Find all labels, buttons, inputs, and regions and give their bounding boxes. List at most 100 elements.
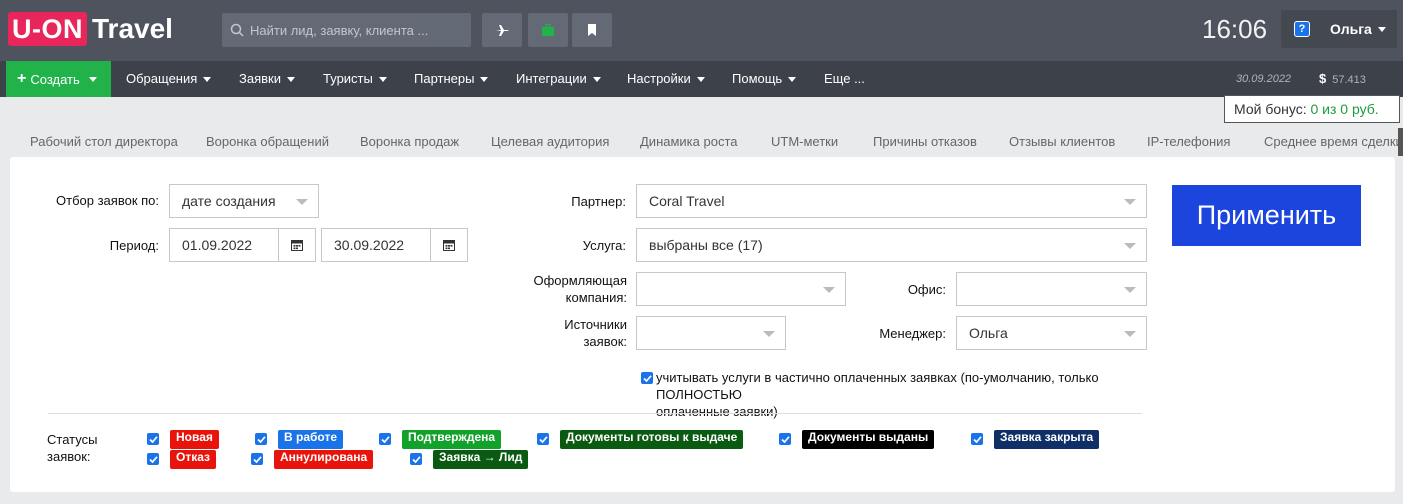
bookmark-button[interactable] (572, 13, 612, 47)
nav-item-tourists[interactable]: Туристы (323, 61, 387, 97)
nav-item-integrations[interactable]: Интеграции (516, 61, 601, 97)
tab-growth[interactable]: Динамика роста (640, 134, 738, 149)
calendar-icon[interactable] (278, 229, 315, 261)
check-icon (252, 455, 262, 463)
logo[interactable]: U-ON Travel (8, 12, 173, 46)
check-icon (538, 435, 548, 443)
manager-select[interactable]: Ольга (956, 316, 1147, 350)
status-checkbox[interactable] (779, 433, 791, 445)
help-icon[interactable]: ? (1294, 21, 1310, 37)
tab-avg-deal-time[interactable]: Среднее время сделки (1264, 134, 1403, 149)
search-icon (230, 23, 244, 37)
tab-target-audience[interactable]: Целевая аудитория (491, 134, 609, 149)
office-select[interactable] (956, 272, 1147, 306)
apply-button[interactable]: Применить (1172, 185, 1361, 246)
sources-select[interactable] (636, 316, 786, 350)
search-input[interactable] (250, 22, 460, 38)
check-icon (972, 435, 982, 443)
tab-ip-telephony[interactable]: IP-телефония (1147, 134, 1230, 149)
chevron-down-icon (480, 77, 489, 83)
partial-paid-checkbox[interactable] (641, 372, 653, 384)
company-select[interactable] (636, 272, 846, 306)
chevron-down-icon (203, 77, 212, 83)
clock: 16:06 (1202, 14, 1268, 44)
chevron-down-icon (378, 77, 387, 83)
selection-select[interactable]: дате создания (169, 184, 319, 218)
chevron-down-icon (1377, 26, 1386, 32)
plane-button[interactable] (482, 13, 522, 47)
nav-item-requests[interactable]: Обращения (126, 61, 212, 97)
nav-item-orders[interactable]: Заявки (239, 61, 295, 97)
status-checkbox[interactable] (410, 453, 422, 465)
status-checkbox[interactable] (255, 433, 267, 445)
user-name: Ольга (1330, 21, 1372, 37)
nav-item-settings[interactable]: Настройки (627, 61, 705, 97)
balance[interactable]: $57.413 (1319, 61, 1366, 97)
check-icon (380, 435, 390, 443)
status-badge: Новая (170, 430, 219, 449)
manager-label: Менеджер: (879, 326, 946, 341)
top-bar: U-ON Travel 16:06 ? Ольга (0, 0, 1403, 61)
check-icon (642, 374, 652, 382)
partner-value: Coral Travel (649, 193, 725, 209)
tab-director-desk[interactable]: Рабочий стол директора (30, 134, 178, 149)
bonus-box: Мой бонус: 0 из 0 руб. (1224, 95, 1400, 123)
status-badge: В работе (278, 430, 343, 449)
company-label: Оформляющая компания: (533, 273, 627, 305)
selection-value: дате создания (182, 193, 276, 209)
manager-value: Ольга (969, 325, 1008, 341)
status-badge: Отказ (170, 450, 217, 469)
plus-icon: + (17, 70, 27, 87)
date-to-field[interactable]: 30.09.2022 (321, 228, 468, 262)
scrollbar[interactable] (1398, 128, 1403, 156)
status-checkbox[interactable] (147, 433, 159, 445)
create-label: Создать (30, 71, 80, 87)
chevron-down-icon (88, 76, 97, 82)
office-label: Офис: (907, 282, 946, 297)
status-checkbox[interactable] (147, 453, 159, 465)
date-from-field[interactable]: 01.09.2022 (169, 228, 316, 262)
nav-item-more[interactable]: Еще ... (824, 61, 865, 97)
service-value: выбраны все (17) (649, 237, 763, 253)
briefcase-button[interactable] (528, 13, 568, 47)
status-badge: Заявка закрыта (994, 430, 1100, 449)
tab-request-funnel[interactable]: Воронка обращений (206, 134, 329, 149)
chevron-down-icon (788, 77, 797, 83)
period-label: Период: (109, 238, 159, 253)
status-badge: Заявка → Лид (433, 450, 529, 469)
chevron-down-icon (823, 287, 835, 293)
calendar-icon[interactable] (430, 229, 467, 261)
status-badge: Подтверждена (402, 430, 502, 449)
chevron-down-icon (1124, 243, 1136, 249)
selection-label: Отбор заявок по: (56, 193, 159, 208)
nav-item-help[interactable]: Помощь (732, 61, 797, 97)
status-checkbox[interactable] (379, 433, 391, 445)
tab-utm[interactable]: UTM-метки (771, 134, 838, 149)
chevron-down-icon (1124, 199, 1136, 205)
bookmark-icon (588, 24, 596, 36)
chevron-down-icon (696, 77, 705, 83)
check-icon (780, 435, 790, 443)
tab-reviews[interactable]: Отзывы клиентов (1009, 134, 1115, 149)
date-from-value: 01.09.2022 (182, 237, 253, 253)
tab-rejection-reasons[interactable]: Причины отказов (873, 134, 977, 149)
tab-sales-funnel[interactable]: Воронка продаж (360, 134, 459, 149)
global-search[interactable] (222, 13, 471, 47)
chevron-down-icon (592, 77, 601, 83)
check-icon (411, 455, 421, 463)
status-checkbox[interactable] (251, 453, 263, 465)
service-select[interactable]: выбраны все (17) (636, 228, 1147, 262)
status-checkbox[interactable] (537, 433, 549, 445)
partner-select[interactable]: Coral Travel (636, 184, 1147, 218)
current-date: 30.09.2022 (1236, 73, 1292, 85)
balance-value: 57.413 (1332, 74, 1366, 86)
user-menu[interactable]: ? Ольга (1281, 10, 1397, 48)
nav-item-partners[interactable]: Партнеры (414, 61, 489, 97)
check-icon (148, 435, 158, 443)
status-badge: Аннулирована (274, 450, 374, 469)
create-button[interactable]: + Создать (6, 61, 111, 97)
status-badge: Документы выданы (802, 430, 935, 449)
check-icon (148, 455, 158, 463)
service-label: Услуга: (582, 238, 626, 253)
status-checkbox[interactable] (971, 433, 983, 445)
